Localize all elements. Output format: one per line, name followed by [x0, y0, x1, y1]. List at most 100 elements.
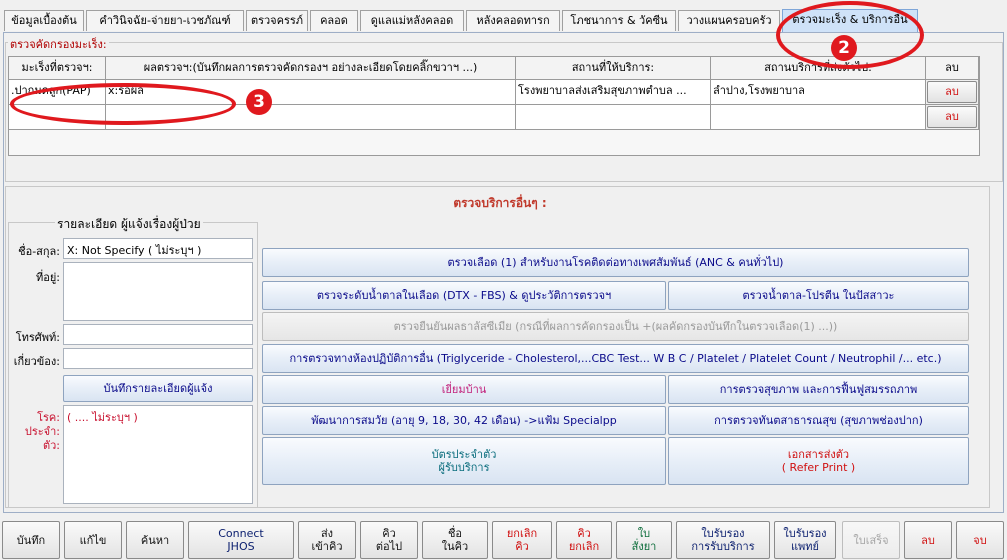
dental-button[interactable]: การตรวจทันตสาธารณสุข (สุขภาพช่องปาก): [668, 406, 969, 435]
thalassemia-confirm-button[interactable]: ตรวจยืนยันผลธาลัสซีเมีย (กรณีที่ผลการคัด…: [262, 312, 969, 341]
cell-service-place[interactable]: [516, 105, 711, 130]
cancelled-queue-button[interactable]: คิว ยกเลิก: [556, 521, 612, 559]
col-header-delete: ลบ: [926, 57, 979, 80]
phone-field[interactable]: [63, 324, 253, 345]
service-certificate-button[interactable]: ใบรับรอง การรับบริการ: [676, 521, 770, 559]
home-visit-label: เยี่ยมบ้าน: [441, 383, 487, 396]
tab-family-planning[interactable]: วางแผนครอบครัว: [678, 10, 780, 31]
relation-field[interactable]: [63, 348, 253, 369]
blood-std-test-button[interactable]: ตรวจเลือด (1) สำหรับงานโรคติดต่อทางเพศสั…: [262, 248, 969, 277]
toolbar-label: ในคิว: [441, 540, 469, 553]
address-label: ที่อยู่:: [35, 271, 60, 284]
col-header-cancer: มะเร็งที่ตรวจฯ:: [9, 57, 106, 80]
save-button[interactable]: บันทึก: [2, 521, 60, 559]
patient-card-line1: บัตรประจำตัว: [431, 448, 497, 461]
relation-label: เกี่ยวข้อง:: [13, 355, 60, 368]
toolbar-label: ใบรับรอง: [783, 527, 827, 540]
edit-button[interactable]: แก้ไข: [64, 521, 122, 559]
toolbar-label: คิว: [382, 527, 396, 540]
home-visit-button[interactable]: เยี่ยมบ้าน: [262, 375, 666, 404]
lab-tests-button[interactable]: การตรวจทางห้องปฏิบัติการอื่น (Triglyceri…: [262, 344, 969, 373]
toolbar-label: ใบ: [637, 527, 651, 540]
toolbar-label: การรับบริการ: [691, 540, 755, 553]
save-informant-button[interactable]: บันทึกรายละเอียดผู้แจ้ง: [63, 375, 253, 402]
callout-badge-2: 2: [831, 35, 857, 61]
tab-postpartum-infant[interactable]: หลังคลอดทารก: [466, 10, 560, 31]
toolbar-label: ยกเลิก: [506, 527, 538, 540]
address-field[interactable]: [63, 262, 253, 321]
prescription-button[interactable]: ใบ สั่งยา: [616, 521, 672, 559]
health-check-button[interactable]: การตรวจสุขภาพ และการฟื้นฟูสมรรถภาพ: [668, 375, 969, 404]
toolbar-label: ใบเสร็จ: [853, 533, 889, 547]
toolbar-label: จบ: [973, 533, 987, 547]
development-label: พัฒนาการสมวัย (อายุ 9, 18, 30, 42 เดือน)…: [311, 414, 617, 427]
col-header-result: ผลตรวจฯ:(บันทึกผลการตรวจคัดกรองฯ อย่างละ…: [106, 57, 516, 80]
disease-label-3: ตัว:: [42, 439, 60, 452]
phone-label: โทรศัพท์:: [15, 331, 60, 344]
tab-basic-info[interactable]: ข้อมูลเบื้องต้น: [4, 10, 84, 31]
toolbar-label: ชื่อ: [447, 527, 463, 540]
search-button[interactable]: ค้นหา: [126, 521, 184, 559]
cancer-screening-title: ตรวจคัดกรองมะเร็ง:: [8, 35, 109, 53]
patient-card-button[interactable]: บัตรประจำตัว ผู้รับบริการ: [262, 437, 666, 485]
toolbar-label: เข้าคิว: [311, 540, 343, 553]
refer-print-line1: เอกสารส่งตัว: [787, 448, 850, 461]
toolbar-label: ค้นหา: [140, 533, 170, 547]
col-header-place: สถานที่ให้บริการ:: [516, 57, 711, 80]
toolbar-label: แก้ไข: [79, 533, 107, 547]
next-queue-button[interactable]: คิว ต่อไป: [360, 521, 418, 559]
refer-print-button[interactable]: เอกสารส่งตัว ( Refer Print ): [668, 437, 969, 485]
cancel-queue-button[interactable]: ยกเลิก คิว: [492, 521, 552, 559]
patient-card-line2: ผู้รับบริการ: [438, 461, 490, 474]
cell-delete-1: ลบ: [926, 80, 979, 105]
cell-referral-place[interactable]: ลำปาง,โรงพยาบาล: [711, 80, 926, 105]
callout-badge-3: 3: [246, 89, 272, 115]
blood-sugar-label: ตรวจระดับน้ำตาลในเลือด (DTX - FBS) & ดูป…: [316, 289, 612, 302]
toolbar-label: ส่ง: [320, 527, 334, 540]
delete-button[interactable]: ลบ: [904, 521, 952, 559]
names-in-queue-button[interactable]: ชื่อ ในคิว: [422, 521, 488, 559]
connect-jhos-button[interactable]: Connect JHOS: [188, 521, 294, 559]
cell-referral-place[interactable]: [711, 105, 926, 130]
toolbar-label: คิว: [577, 527, 591, 540]
blood-std-test-label: ตรวจเลือด (1) สำหรับงานโรคติดต่อทางเพศสั…: [447, 256, 784, 269]
toolbar-label: JHOS: [227, 540, 255, 553]
urine-test-label: ตรวจน้ำตาล-โปรตีน ในปัสสาวะ: [742, 289, 895, 302]
receipt-button[interactable]: ใบเสร็จ: [842, 521, 900, 559]
delete-row-button[interactable]: ลบ: [927, 81, 977, 103]
medical-certificate-button[interactable]: ใบรับรอง แพทย์: [774, 521, 836, 559]
tab-prenatal[interactable]: ตรวจครรภ์: [246, 10, 308, 31]
delete-row-button[interactable]: ลบ: [927, 106, 977, 128]
toolbar-label: สั่งยา: [631, 540, 657, 553]
urine-test-button[interactable]: ตรวจน้ำตาล-โปรตีน ในปัสสาวะ: [668, 281, 969, 310]
lab-tests-label: การตรวจทางห้องปฏิบัติการอื่น (Triglyceri…: [289, 352, 942, 365]
development-button[interactable]: พัฒนาการสมวัย (อายุ 9, 18, 30, 42 เดือน)…: [262, 406, 666, 435]
chronic-disease-field[interactable]: ( .... ไม่ระบุฯ ): [63, 405, 253, 504]
tab-nutrition-vaccine[interactable]: โภชนาการ & วัคซีน: [562, 10, 676, 31]
thalassemia-confirm-label: ตรวจยืนยันผลธาลัสซีเมีย (กรณีที่ผลการคัด…: [393, 320, 838, 333]
refer-print-line2: ( Refer Print ): [781, 461, 856, 474]
toolbar-label: ลบ: [921, 533, 935, 547]
dental-label: การตรวจทันตสาธารณสุข (สุขภาพช่องปาก): [714, 414, 923, 427]
save-informant-label: บันทึกรายละเอียดผู้แจ้ง: [103, 382, 213, 395]
blood-sugar-button[interactable]: ตรวจระดับน้ำตาลในเลือด (DTX - FBS) & ดูป…: [262, 281, 666, 310]
name-label: ชื่อ-สกุล:: [18, 245, 60, 258]
toolbar-label: ใบรับรอง: [701, 527, 745, 540]
other-services-title: ตรวจบริการอื่นๆ :: [453, 196, 547, 210]
send-queue-button[interactable]: ส่ง เข้าคิว: [298, 521, 356, 559]
cell-service-place[interactable]: โรงพยาบาลส่งเสริมสุขภาพตำบล ...: [516, 80, 711, 105]
tab-postpartum-mother[interactable]: ดูแลแม่หลังคลอด: [360, 10, 464, 31]
toolbar-label: ยกเลิก: [568, 540, 600, 553]
name-field[interactable]: X: Not Specify ( ไม่ระบุฯ ): [63, 238, 253, 259]
toolbar-label: Connect: [218, 527, 264, 540]
toolbar-label: คิว: [515, 540, 529, 553]
cell-delete-2: ลบ: [926, 105, 979, 130]
health-check-label: การตรวจสุขภาพ และการฟื้นฟูสมรรถภาพ: [719, 383, 918, 396]
callout-ring-row: [10, 83, 236, 125]
finish-button[interactable]: จบ: [956, 521, 1004, 559]
tab-delivery[interactable]: คลอด: [310, 10, 358, 31]
toolbar-label: ต่อไป: [375, 540, 403, 553]
toolbar-label: แพทย์: [790, 540, 820, 553]
tab-diagnosis[interactable]: คำวินิจฉัย-จ่ายยา-เวชภัณฑ์: [86, 10, 244, 31]
toolbar-label: บันทึก: [16, 533, 46, 547]
